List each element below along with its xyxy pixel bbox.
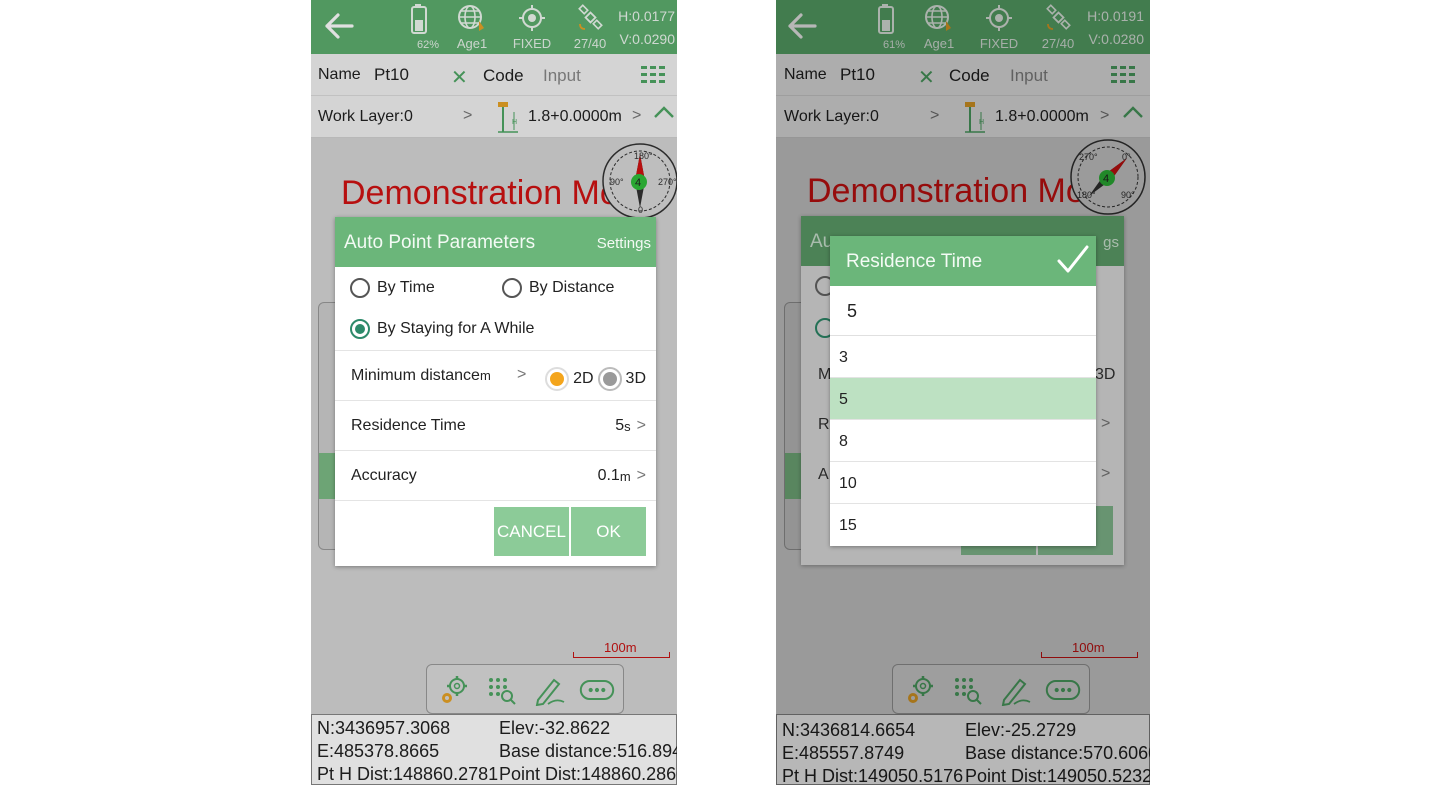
chevron-right-icon[interactable]: > [637,417,646,435]
phone-screen-left: 62% Age1 FIXED 27/40 H:0.0177 V:0.0290 N… [311,0,677,785]
param-value: 0.1 m > [597,467,646,485]
picker-option[interactable]: 10 [830,462,1096,504]
radio-2d[interactable] [545,367,570,391]
radio-3d[interactable] [597,367,622,391]
settings-link[interactable]: Settings [597,235,651,252]
param-label: Residence Time [351,417,466,434]
option-2d[interactable]: 2D [545,367,594,391]
radio-button[interactable] [350,278,370,298]
radio-by-time[interactable]: By Time [350,278,435,298]
radio-button[interactable] [502,278,522,298]
divider [335,500,656,501]
picker-option[interactable]: 3 [830,336,1096,378]
auto-point-dialog: Auto Point Parameters Settings By Time B… [335,217,656,566]
param-value: 5 s > [615,417,646,435]
radio-by-staying[interactable]: By Staying for A While [350,319,534,339]
radio-by-distance[interactable]: By Distance [502,278,614,298]
chevron-right-icon[interactable]: > [517,366,526,384]
picker-current-value[interactable]: 5 [830,286,1096,336]
dimension-options: 2D 3D [541,367,646,391]
param-label: Accuracy [351,467,417,484]
picker-option-selected[interactable]: 5 [830,378,1096,420]
radio-button-selected[interactable] [350,319,370,339]
cancel-button[interactable]: CANCEL [494,507,569,556]
radio-label: By Distance [529,279,615,296]
chevron-right-icon[interactable]: > [637,467,646,485]
picker-option[interactable]: 8 [830,420,1096,462]
option-3d[interactable]: 3D [597,367,646,391]
dialog-title: Auto Point Parameters [344,232,536,253]
current-value: 5 [847,301,858,321]
confirm-check-icon[interactable] [1056,244,1090,281]
residence-time-picker: Residence Time 5 3 5 8 10 15 [830,236,1096,546]
residence-time-row[interactable]: Residence Time 5 s > [335,400,656,450]
radio-label: By Time [377,279,435,296]
ok-button[interactable]: OK [571,507,646,556]
picker-title: Residence Time [846,251,983,272]
picker-option[interactable]: 15 [830,504,1096,546]
accuracy-row[interactable]: Accuracy 0.1 m > [335,450,656,500]
radio-label: By Staying for A While [377,320,535,337]
phone-screen-right: 61% Age1 FIXED 27/40 H:0.0191 V:0.0280 N… [776,0,1150,785]
param-label: Minimum distancem [351,367,491,384]
dialog-header: Auto Point Parameters Settings [335,217,656,267]
min-distance-row[interactable]: Minimum distancem > 2D 3D [335,350,656,400]
picker-header: Residence Time [830,236,1096,286]
